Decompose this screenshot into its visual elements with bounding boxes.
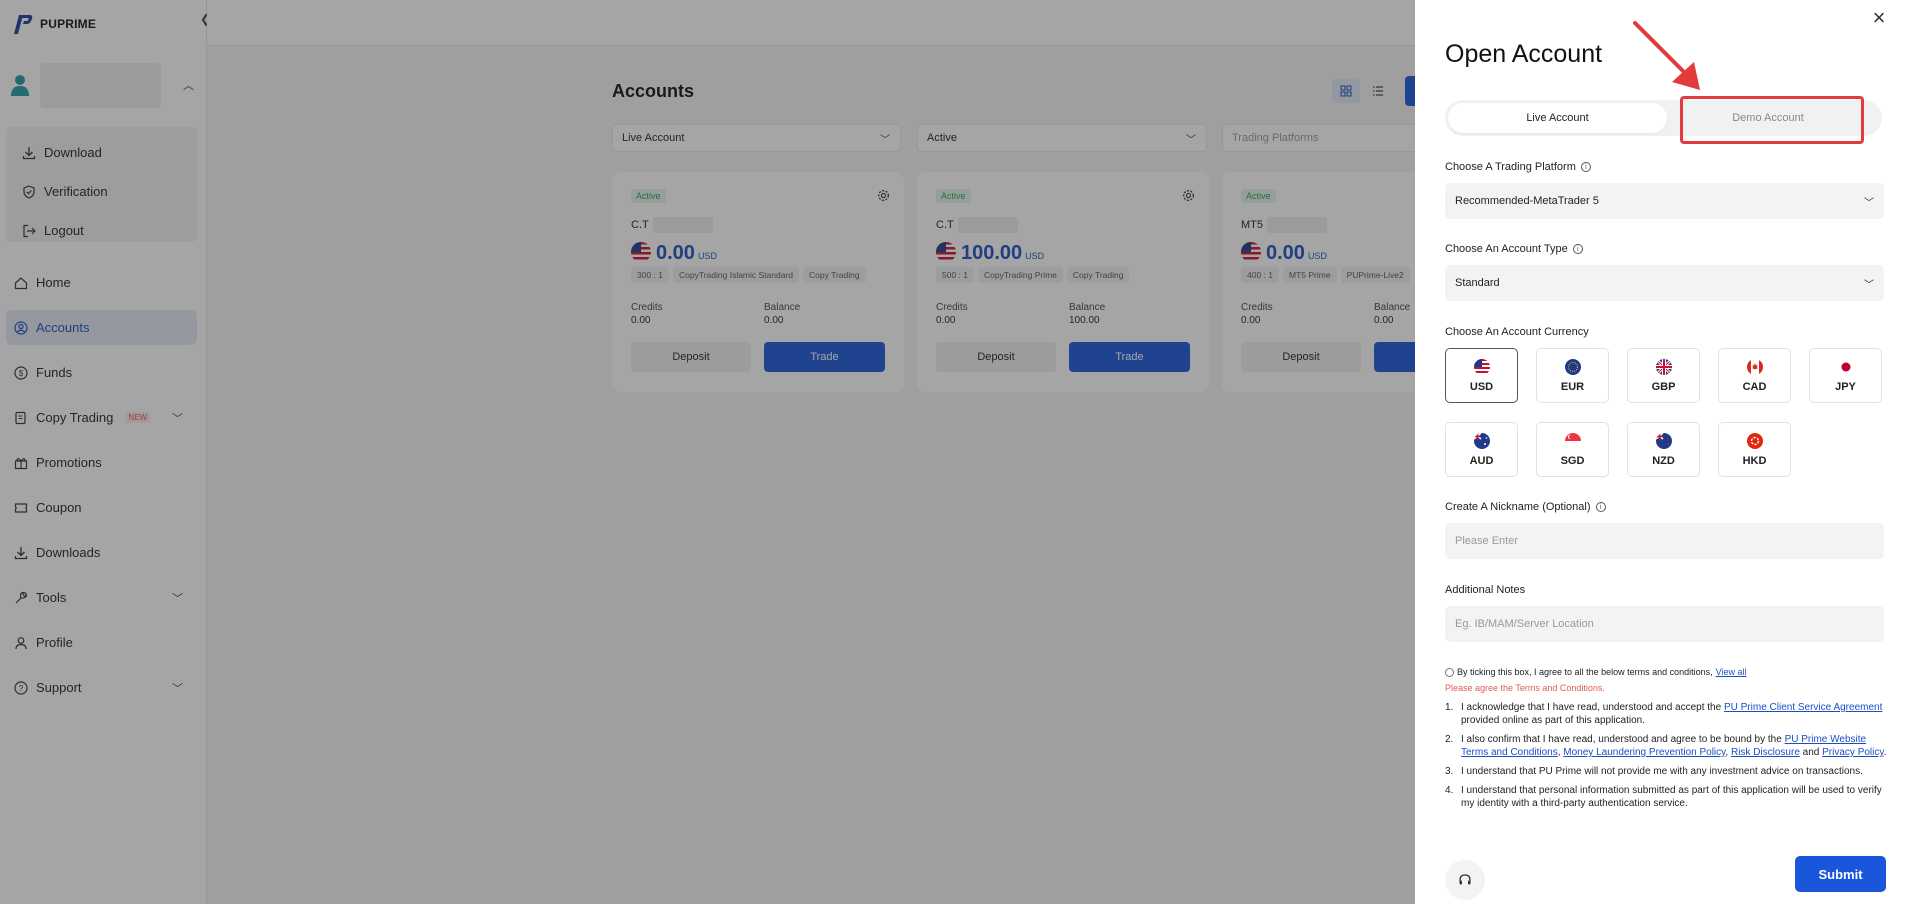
terms-text: I also confirm that I have read, underst…	[1461, 734, 1785, 745]
platform-select-value: Recommended-MetaTrader 5	[1455, 195, 1599, 207]
new-zealand-flag-icon	[1655, 432, 1672, 449]
terms-text: I acknowledge that I have read, understo…	[1461, 702, 1724, 713]
agree-checkbox[interactable]	[1445, 667, 1454, 677]
currency-option-cad[interactable]: CAD	[1718, 348, 1791, 403]
risk-disclosure-link[interactable]: Risk Disclosure	[1731, 747, 1800, 758]
currency-code: HKD	[1742, 454, 1767, 467]
nickname-label-text: Create A Nickname (Optional)	[1445, 501, 1591, 513]
terms-text: and	[1799, 747, 1823, 758]
account-type-select[interactable]: Standard ﹀	[1445, 265, 1884, 301]
agree-row: By ticking this box, I agree to all the …	[1445, 667, 1890, 677]
currency-label: Choose An Account Currency	[1445, 326, 1589, 338]
chevron-down-icon: ﹀	[1864, 279, 1874, 291]
currency-label-text: Choose An Account Currency	[1445, 326, 1589, 338]
currency-option-aud[interactable]: AUD	[1445, 422, 1518, 477]
japan-flag-icon	[1837, 358, 1854, 375]
close-icon[interactable]: ×	[1869, 7, 1889, 29]
currency-code: AUD	[1469, 454, 1494, 467]
platform-select[interactable]: Recommended-MetaTrader 5 ﹀	[1445, 183, 1884, 219]
currency-code: USD	[1469, 380, 1494, 393]
privacy-policy-link[interactable]: Privacy Policy	[1822, 747, 1884, 758]
submit-button[interactable]: Submit	[1795, 856, 1886, 892]
modal-overlay[interactable]	[0, 0, 1415, 904]
client-agreement-link[interactable]: PU Prime Client Service Agreement	[1724, 702, 1882, 713]
currency-option-gbp[interactable]: GBP	[1627, 348, 1700, 403]
nickname-input[interactable]	[1445, 523, 1884, 559]
account-type-select-value: Standard	[1455, 277, 1500, 289]
tab-live-account[interactable]: Live Account	[1448, 103, 1667, 133]
info-icon[interactable]: i	[1572, 244, 1583, 254]
terms-list: 1. I acknowledge that I have read, unders…	[1445, 701, 1890, 810]
aml-policy-link[interactable]: Money Laundering Prevention Policy	[1563, 747, 1725, 758]
notes-label-text: Additional Notes	[1445, 584, 1526, 596]
hong-kong-flag-icon	[1746, 432, 1763, 449]
terms-error-message: Please agree the Terms and Conditions.	[1445, 683, 1605, 693]
currency-option-sgd[interactable]: SGD	[1536, 422, 1609, 477]
currency-option-usd[interactable]: USD	[1445, 348, 1518, 403]
terms-item: 1. I acknowledge that I have read, unders…	[1445, 702, 1883, 726]
platform-label-text: Choose A Trading Platform	[1445, 161, 1576, 173]
annotation-arrow-icon	[1633, 21, 1700, 90]
info-icon[interactable]: i	[1595, 502, 1606, 512]
singapore-flag-icon	[1564, 432, 1581, 449]
currency-option-hkd[interactable]: HKD	[1718, 422, 1791, 477]
australia-flag-icon	[1473, 432, 1490, 449]
terms-item: 4. I understand that personal information…	[1445, 784, 1890, 810]
account-type-label: Choose An Account Type i	[1445, 243, 1583, 255]
terms-section: By ticking this box, I agree to all the …	[1445, 667, 1890, 816]
terms-text: I understand that PU Prime will not prov…	[1461, 766, 1863, 777]
view-all-link[interactable]: View all	[1716, 667, 1747, 677]
currency-code: JPY	[1835, 380, 1856, 393]
platform-label: Choose A Trading Platform i	[1445, 161, 1591, 173]
chevron-down-icon: ﹀	[1864, 197, 1874, 209]
drawer-title: Open Account	[1445, 40, 1603, 68]
notes-input[interactable]	[1445, 606, 1884, 642]
canada-flag-icon	[1746, 358, 1763, 375]
currency-option-eur[interactable]: EUR	[1536, 348, 1609, 403]
notes-label: Additional Notes	[1445, 584, 1525, 596]
account-type-label-text: Choose An Account Type	[1445, 243, 1568, 255]
currency-code: GBP	[1651, 380, 1676, 393]
nickname-label: Create A Nickname (Optional) i	[1445, 501, 1606, 513]
currency-code: EUR	[1560, 380, 1585, 393]
terms-item: 3. I understand that PU Prime will not pr…	[1445, 766, 1863, 777]
currency-code: NZD	[1652, 454, 1675, 467]
annotation-highlight-box	[1680, 96, 1864, 144]
eu-flag-icon	[1564, 358, 1581, 375]
terms-text: I understand that personal information s…	[1461, 785, 1882, 809]
terms-item: 2. I also confirm that I have read, under…	[1445, 734, 1887, 758]
uk-flag-icon	[1655, 358, 1672, 375]
currency-code: SGD	[1560, 454, 1585, 467]
currency-option-nzd[interactable]: NZD	[1627, 422, 1700, 477]
currency-code: CAD	[1742, 380, 1767, 393]
info-icon[interactable]: i	[1580, 162, 1591, 172]
headset-icon[interactable]	[1445, 860, 1485, 900]
agree-text: By ticking this box, I agree to all the …	[1457, 667, 1713, 677]
us-flag-icon	[1473, 358, 1490, 375]
currency-option-jpy[interactable]: JPY	[1809, 348, 1882, 403]
terms-text: .	[1883, 747, 1887, 758]
terms-text: provided online as part of this applicat…	[1461, 715, 1646, 726]
